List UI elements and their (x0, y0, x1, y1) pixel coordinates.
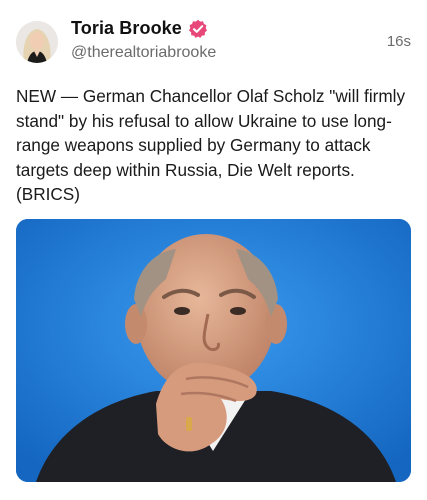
avatar[interactable] (16, 21, 58, 63)
post-timestamp[interactable]: 16s (387, 33, 411, 50)
author-display-name[interactable]: Toria Brooke (71, 18, 182, 39)
avatar-image (16, 21, 58, 63)
post-text: NEW — German Chancellor Olaf Scholz "wil… (16, 86, 406, 204)
photo-illustration (16, 219, 411, 482)
post-photo[interactable] (16, 219, 411, 482)
author-name-row: Toria Brooke (71, 18, 208, 39)
verified-badge-icon (188, 19, 208, 39)
post-card[interactable]: Toria Brooke @therealtoriabrooke 16s NEW… (0, 0, 427, 500)
author-handle[interactable]: @therealtoriabrooke (71, 44, 216, 62)
